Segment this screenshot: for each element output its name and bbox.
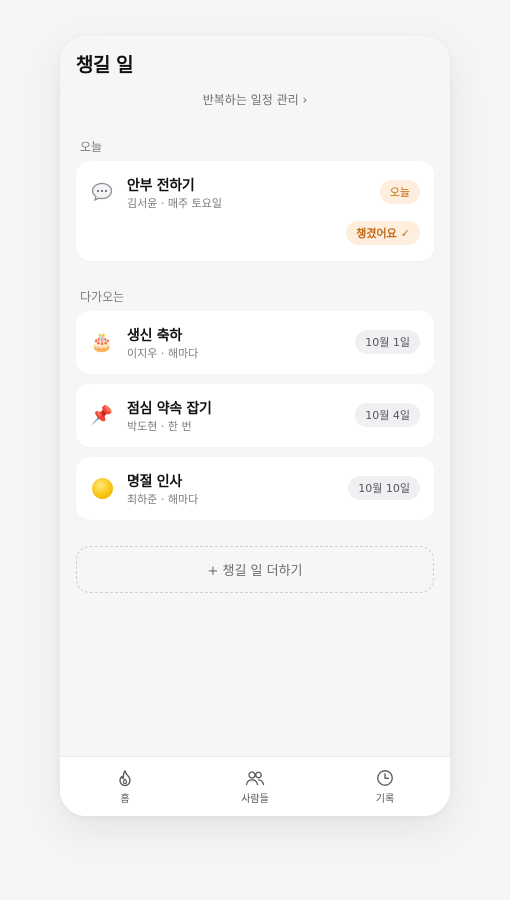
speech-bubble-icon xyxy=(90,180,114,204)
tab-people[interactable]: 사람들 xyxy=(190,757,320,816)
manage-recurring-link[interactable]: 반복하는 일정 관리 › xyxy=(60,91,450,108)
task-subtitle: 이지우 · 해마다 xyxy=(127,347,199,360)
task-subtitle: 박도현 · 한 번 xyxy=(127,420,192,433)
section-label-today: 오늘 xyxy=(80,140,103,154)
task-title: 생신 축하 xyxy=(127,328,182,344)
page-title: 챙길 일 xyxy=(76,54,134,76)
flame-icon xyxy=(119,769,131,786)
sun-icon xyxy=(90,477,114,501)
today-badge: 오늘 xyxy=(379,180,420,204)
date-badge: 10월 1일 xyxy=(355,330,420,354)
upcoming-task-card[interactable]: 명절 인사 최하준 · 해마다 10월 10일 xyxy=(76,457,434,520)
tab-label: 기록 xyxy=(375,793,395,805)
people-icon xyxy=(245,770,265,785)
upcoming-task-card[interactable]: 🎂 생신 축하 이지우 · 해마다 10월 1일 xyxy=(76,311,434,374)
tab-home[interactable]: 홈 xyxy=(60,757,190,816)
app-screen: 챙길 일 반복하는 일정 관리 › 오늘 안부 전하기 김서윤 · 매주 토요일… xyxy=(60,36,450,816)
clock-icon xyxy=(377,769,393,786)
upcoming-task-card[interactable]: 📌 점심 약속 잡기 박도현 · 한 번 10월 4일 xyxy=(76,384,434,447)
task-subtitle: 최하준 · 해마다 xyxy=(127,493,199,506)
bottom-tab-bar: 홈 사람들 기록 xyxy=(60,756,450,816)
today-task-card[interactable]: 안부 전하기 김서윤 · 매주 토요일 오늘 챙겼어요 ✓ xyxy=(76,161,434,261)
pushpin-icon: 📌 xyxy=(90,405,114,426)
task-title: 명절 인사 xyxy=(127,474,182,490)
mark-done-label: 챙겼어요 xyxy=(356,227,397,240)
task-title: 점심 약속 잡기 xyxy=(127,401,212,417)
tab-label: 홈 xyxy=(120,793,130,805)
add-task-button[interactable]: + 챙길 일 더하기 xyxy=(76,546,434,593)
task-title: 안부 전하기 xyxy=(127,178,195,194)
task-subtitle: 김서윤 · 매주 토요일 xyxy=(127,197,222,210)
check-icon: ✓ xyxy=(400,226,410,240)
tab-history[interactable]: 기록 xyxy=(320,757,450,816)
date-badge: 10월 4일 xyxy=(355,403,420,427)
date-badge: 10월 10일 xyxy=(348,476,420,500)
mark-done-button[interactable]: 챙겼어요 ✓ xyxy=(346,221,420,245)
cake-icon: 🎂 xyxy=(90,332,114,353)
tab-label: 사람들 xyxy=(241,793,269,805)
section-label-upcoming: 다가오는 xyxy=(80,290,125,304)
